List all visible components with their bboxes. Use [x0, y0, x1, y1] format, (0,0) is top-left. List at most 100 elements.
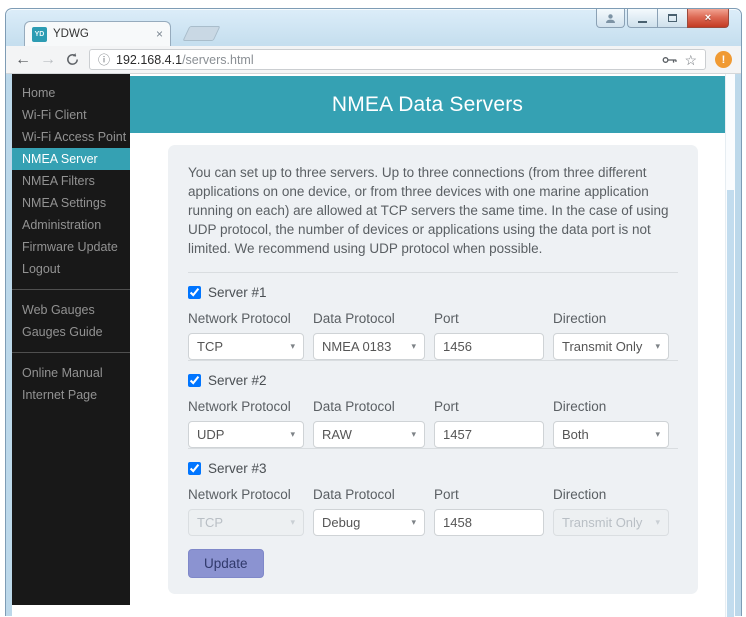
- data-protocol-label: Data Protocol: [313, 311, 425, 326]
- close-button[interactable]: ×: [687, 9, 729, 28]
- sidebar-item-administration[interactable]: Administration: [12, 214, 130, 236]
- server-3-enabled-checkbox[interactable]: [188, 462, 201, 475]
- window-controls: ×: [627, 9, 729, 28]
- select-value: Debug: [322, 515, 360, 530]
- sidebar-item-home[interactable]: Home: [12, 82, 130, 104]
- select-value: Transmit Only: [562, 339, 642, 354]
- chevron-down-icon: ▾: [655, 429, 660, 440]
- network-protocol-label: Network Protocol: [188, 399, 304, 414]
- server-3-data-protocol-select[interactable]: Debug ▾: [313, 509, 425, 536]
- minimize-button[interactable]: [627, 9, 657, 28]
- direction-label: Direction: [553, 399, 669, 414]
- person-icon: [605, 13, 616, 24]
- key-icon[interactable]: [662, 55, 678, 65]
- browser-tab[interactable]: YD YDWG ×: [24, 21, 171, 46]
- tab-close-icon[interactable]: ×: [156, 28, 163, 40]
- chevron-down-icon: ▾: [290, 517, 295, 528]
- page-content: Home Wi-Fi Client Wi-Fi Access Point NME…: [12, 74, 735, 617]
- server-1-enabled-checkbox[interactable]: [188, 286, 201, 299]
- chevron-down-icon: ▾: [290, 429, 295, 440]
- tab-title: YDWG: [53, 28, 150, 40]
- server-3-network-protocol-select: TCP ▾: [188, 509, 304, 536]
- direction-label: Direction: [553, 487, 669, 502]
- sidebar-item-wifi-access-point[interactable]: Wi-Fi Access Point: [12, 126, 130, 148]
- select-value: Transmit Only: [562, 515, 642, 530]
- sidebar-item-nmea-filters[interactable]: NMEA Filters: [12, 170, 130, 192]
- address-bar[interactable]: ⓘ 192.168.4.1/servers.html ☆: [89, 49, 706, 70]
- chevron-down-icon: ▾: [411, 429, 416, 440]
- data-protocol-label: Data Protocol: [313, 487, 425, 502]
- close-icon: ×: [705, 12, 711, 24]
- port-label: Port: [434, 311, 544, 326]
- sidebar-item-internet-page[interactable]: Internet Page: [12, 384, 130, 406]
- url-host: 192.168.4.1: [116, 53, 182, 67]
- server-3-label: Server #3: [208, 461, 267, 476]
- select-value: NMEA 0183: [322, 339, 391, 354]
- chevron-down-icon: ▾: [411, 341, 416, 352]
- maximize-icon: [668, 14, 677, 22]
- server-3-direction-select: Transmit Only ▾: [553, 509, 669, 536]
- select-value: TCP: [197, 515, 223, 530]
- sidebar-item-nmea-server[interactable]: NMEA Server: [12, 148, 130, 170]
- server-2-port-input[interactable]: [434, 421, 544, 448]
- network-protocol-label: Network Protocol: [188, 311, 304, 326]
- server-1-data-protocol-select[interactable]: NMEA 0183 ▾: [313, 333, 425, 360]
- sidebar-item-wifi-client[interactable]: Wi-Fi Client: [12, 104, 130, 126]
- back-button[interactable]: ←: [15, 52, 31, 68]
- divider: [188, 360, 678, 361]
- profile-button[interactable]: [596, 9, 625, 28]
- data-protocol-label: Data Protocol: [313, 399, 425, 414]
- forward-button[interactable]: →: [40, 52, 56, 68]
- server-1-label: Server #1: [208, 285, 267, 300]
- new-tab-button[interactable]: [183, 26, 221, 41]
- select-value: UDP: [197, 427, 224, 442]
- title-bar: YD YDWG × ×: [6, 9, 741, 46]
- servers-card: You can set up to three servers. Up to t…: [168, 145, 698, 594]
- select-value: RAW: [322, 427, 352, 442]
- divider: [188, 448, 678, 449]
- url-text: 192.168.4.1/servers.html: [116, 53, 254, 67]
- maximize-button[interactable]: [657, 9, 687, 28]
- network-protocol-label: Network Protocol: [188, 487, 304, 502]
- server-2-label: Server #2: [208, 373, 267, 388]
- server-1-direction-select[interactable]: Transmit Only ▾: [553, 333, 669, 360]
- select-value: Both: [562, 427, 589, 442]
- chevron-down-icon: ▾: [411, 517, 416, 528]
- server-2-enabled-checkbox[interactable]: [188, 374, 201, 387]
- sidebar-item-online-manual[interactable]: Online Manual: [12, 362, 130, 384]
- server-2-network-protocol-select[interactable]: UDP ▾: [188, 421, 304, 448]
- server-1-network-protocol-select[interactable]: TCP ▾: [188, 333, 304, 360]
- bookmark-star-icon[interactable]: ☆: [684, 53, 697, 67]
- update-button[interactable]: Update: [188, 549, 264, 578]
- sidebar-item-firmware-update[interactable]: Firmware Update: [12, 236, 130, 258]
- info-icon[interactable]: ⓘ: [98, 51, 110, 68]
- intro-text: You can set up to three servers. Up to t…: [188, 163, 678, 258]
- favicon: YD: [32, 27, 47, 42]
- server-3-port-input[interactable]: [434, 509, 544, 536]
- port-label: Port: [434, 399, 544, 414]
- reload-icon[interactable]: [65, 52, 80, 67]
- page-scrollbar[interactable]: [725, 74, 735, 617]
- sidebar-divider: [12, 352, 130, 353]
- url-path: /servers.html: [182, 53, 254, 67]
- minimize-icon: [638, 20, 647, 23]
- divider: [188, 272, 678, 273]
- page-title: NMEA Data Servers: [130, 76, 725, 133]
- server-3-section: Server #3 Network Protocol TCP ▾ Data Pr…: [188, 461, 678, 536]
- scrollbar-thumb[interactable]: [727, 190, 734, 617]
- server-2-data-protocol-select[interactable]: RAW ▾: [313, 421, 425, 448]
- sidebar-item-logout[interactable]: Logout: [12, 258, 130, 280]
- sidebar-divider: [12, 289, 130, 290]
- direction-label: Direction: [553, 311, 669, 326]
- browser-toolbar: ← → ⓘ 192.168.4.1/servers.html ☆ !: [6, 46, 741, 74]
- server-1-section: Server #1 Network Protocol TCP ▾ Data Pr…: [188, 285, 678, 360]
- browser-menu-alert-icon[interactable]: !: [715, 51, 732, 68]
- server-1-port-input[interactable]: [434, 333, 544, 360]
- server-2-section: Server #2 Network Protocol UDP ▾ Data Pr…: [188, 373, 678, 448]
- chevron-down-icon: ▾: [290, 341, 295, 352]
- server-2-direction-select[interactable]: Both ▾: [553, 421, 669, 448]
- select-value: TCP: [197, 339, 223, 354]
- sidebar-item-gauges-guide[interactable]: Gauges Guide: [12, 321, 130, 343]
- sidebar-item-web-gauges[interactable]: Web Gauges: [12, 299, 130, 321]
- sidebar-item-nmea-settings[interactable]: NMEA Settings: [12, 192, 130, 214]
